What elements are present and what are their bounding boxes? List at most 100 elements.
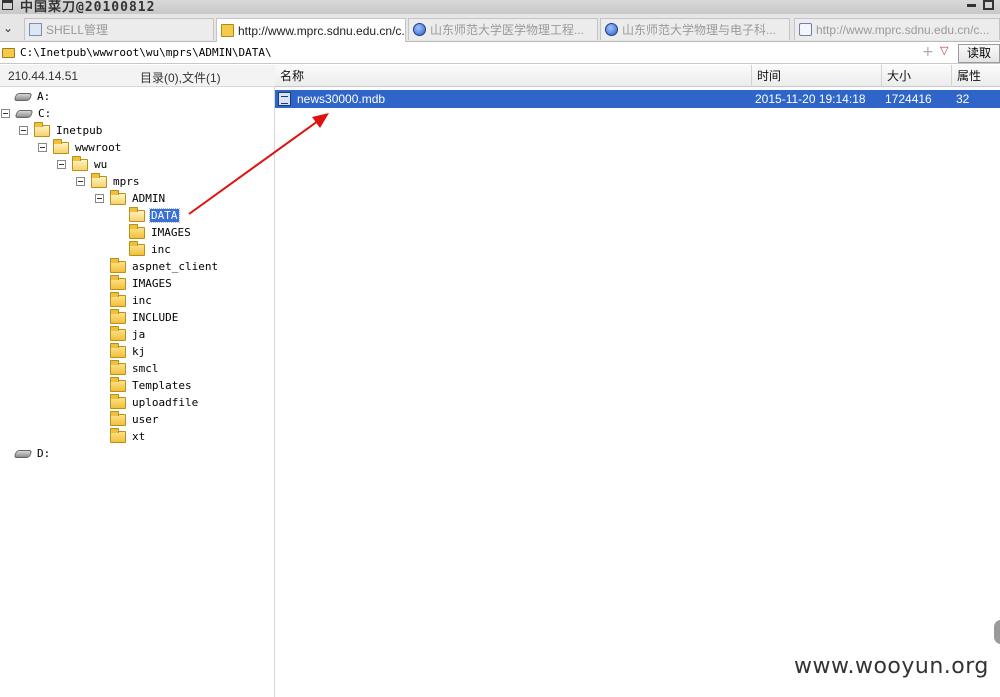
tree-node-label: wu [94,158,108,171]
collapse-icon[interactable] [95,194,104,203]
tree-node-xt[interactable]: xt [110,427,146,445]
tree-node-images[interactable]: IMAGES [129,223,192,241]
folder-icon [129,223,145,239]
folder-icon [110,393,126,409]
tree-node-user[interactable]: user [110,410,160,428]
folder-icon [110,376,126,392]
shell-icon [29,23,42,36]
tree-node-drive-c[interactable]: C: [1,105,52,122]
tree-node-label: IMAGES [151,226,191,239]
chevron-down-icon[interactable]: ⌄ [0,17,16,39]
file-attr: 32 [956,92,970,106]
table-row[interactable]: news30000.mdb 2015-11-20 19:14:18 172441… [275,90,1000,108]
collapse-icon[interactable] [57,160,66,169]
info-bar: 210.44.14.51 目录(0),文件(1) [0,65,275,87]
tree-node-kj[interactable]: kj [110,342,146,360]
tree-node-ja[interactable]: ja [110,325,146,343]
watermark: www.wooyun.org [794,654,989,679]
tab-site-physics-electronics[interactable]: 山东师范大学物理与电子科... [600,18,790,40]
folder-icon [110,427,126,443]
tree-node-mprs[interactable]: mprs [76,172,141,190]
tree-node-label: inc [132,294,152,307]
globe-icon [413,23,426,36]
collapse-icon[interactable] [1,109,10,118]
item-counts: 目录(0),文件(1) [140,71,221,85]
database-file-icon [278,92,291,106]
tab-site-medical-physics[interactable]: 山东师范大学医学物理工程... [408,18,598,40]
plus-icon[interactable]: + [922,44,934,60]
file-size: 1724416 [885,92,932,106]
tab-file-manager[interactable]: http://www.mprc.sdnu.edu.cn/c... [216,18,406,42]
folder-open-icon [53,138,69,154]
collapse-icon[interactable] [19,126,28,135]
tree-node-label: IMAGES [132,277,172,290]
column-size[interactable]: 大小 [881,65,951,87]
drive-icon [13,449,33,458]
tree-node-include[interactable]: INCLUDE [110,308,179,326]
folder-open-icon [129,206,145,222]
file-list-header: 名称 时间 大小 属性 [275,65,1000,87]
folder-icon [221,24,234,37]
folder-open-icon [91,172,107,188]
address-bar: C:\Inetpub\wwwroot\wu\mprs\ADMIN\DATA\ +… [0,43,1000,64]
folder-icon [110,257,126,273]
tab-label: SHELL管理 [46,23,109,37]
chevron-down-icon[interactable]: ▽ [940,44,948,57]
tree-node-images-root[interactable]: IMAGES [110,274,173,292]
scroll-handle[interactable] [994,620,1000,644]
folder-open-icon [110,189,126,205]
tree-node-drive-a[interactable]: A: [13,88,51,105]
tree-node-label: Inetpub [56,124,103,137]
tab-url[interactable]: http://www.mprc.sdnu.edu.cn/c... [794,18,1000,40]
column-attr[interactable]: 属性 [951,65,1000,87]
tree-node-label: DATA [149,208,180,223]
minimize-button[interactable] [967,4,976,7]
folder-icon [110,410,126,426]
tree-node-wwwroot[interactable]: wwwroot [38,138,122,156]
file-list: news30000.mdb 2015-11-20 19:14:18 172441… [275,87,1000,697]
tree-node-admin[interactable]: ADMIN [95,189,166,207]
folder-icon [110,325,126,341]
window-title: 中国菜刀@20100812 [20,0,156,14]
tree-node-label: kj [132,345,146,358]
tab-label: 山东师范大学物理与电子科... [622,23,777,37]
drive-icon [13,92,33,101]
tab-label: http://www.mprc.sdnu.edu.cn/c... [816,22,990,37]
tree-node-label: Templates [132,379,192,392]
tree-node-uploadfile[interactable]: uploadfile [110,393,199,411]
tree-node-drive-d[interactable]: D: [13,445,51,462]
tree-node-inc-root[interactable]: inc [110,291,153,309]
title-bar: 中国菜刀@20100812 [0,0,1000,14]
tree-node-label: INCLUDE [132,311,179,324]
globe-icon [605,23,618,36]
tree-node-inc[interactable]: inc [129,240,172,258]
tree-node-label: C: [38,107,52,120]
folder-icon [110,308,126,324]
collapse-icon[interactable] [76,177,85,186]
collapse-icon[interactable] [38,143,47,152]
tree-node-aspnet-client[interactable]: aspnet_client [110,257,219,275]
tree-node-wu[interactable]: wu [57,155,108,173]
server-ip: 210.44.14.51 [8,69,79,83]
read-button[interactable]: 读取 [958,44,1000,63]
tree-node-inetpub[interactable]: Inetpub [19,121,103,139]
restore-button[interactable] [983,0,994,10]
column-time[interactable]: 时间 [751,65,881,87]
tab-label: 山东师范大学医学物理工程... [430,23,585,37]
folder-icon [110,291,126,307]
tree-node-templates[interactable]: Templates [110,376,193,394]
tab-bar: ⌄ SHELL管理 http://www.mprc.sdnu.edu.cn/c.… [0,14,1000,42]
tab-shell-manager[interactable]: SHELL管理 [24,18,214,40]
tree-node-label: ADMIN [132,192,166,205]
tree-node-label: mprs [113,175,140,188]
column-name[interactable]: 名称 [275,65,751,87]
tree-node-smcl[interactable]: smcl [110,359,160,377]
tree-node-label: uploadfile [132,396,199,409]
file-time: 2015-11-20 19:14:18 [755,92,866,106]
tree-node-data[interactable]: DATA [129,206,180,224]
tree-node-label: D: [37,447,51,460]
path-input[interactable]: C:\Inetpub\wwwroot\wu\mprs\ADMIN\DATA\ [20,46,272,59]
tree-node-label: xt [132,430,146,443]
folder-icon [129,240,145,256]
folder-icon [2,48,15,58]
